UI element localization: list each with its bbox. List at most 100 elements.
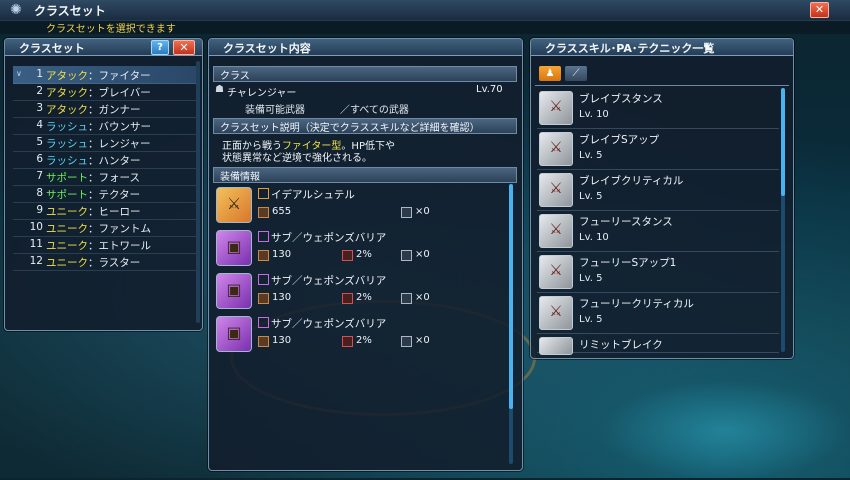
panel-close-button[interactable]: ✕ (173, 40, 195, 55)
class-list-scrollbar[interactable] (196, 61, 200, 323)
detail-panel-header: クラスセット内容 (209, 39, 522, 56)
skill-level: Lv. 10 (579, 109, 609, 120)
equipment-slot[interactable]: ▣ サブ／ウェポンズバリア 130 2% ×0 (216, 227, 506, 267)
class-set-number: 9 (36, 204, 43, 216)
class-name: レンジャー (98, 138, 151, 150)
equipment-section-label: 装備情報 (220, 172, 260, 183)
class-separator: ： (88, 155, 99, 167)
equipment-name: サブ／ウェポンズバリア (271, 232, 387, 244)
class-name: ガンナー (98, 104, 141, 116)
class-set-row[interactable]: 9 ユニーク：ヒーロー (13, 202, 196, 220)
class-set-row[interactable]: 7 サポート：フォース (13, 168, 196, 186)
class-separator: ： (88, 189, 99, 201)
equipment-name: イデアルシュテル (271, 189, 355, 201)
skill-icon: ⚔ (539, 296, 573, 330)
class-set-row[interactable]: 8 サポート：テクター (13, 185, 196, 203)
class-set-row[interactable]: ∨ 1 アタック：ファイター (13, 66, 196, 84)
class-set-label: ラッシュ：ハンター (46, 153, 141, 168)
class-set-number: 1 (36, 68, 43, 80)
class-type: アタック (46, 87, 88, 99)
skill-row[interactable]: ⚔ ブレイブクリティカル Lv. 5 (537, 170, 779, 211)
attack-value: 130 (272, 335, 292, 346)
skill-panel-title: クラススキル･PA･テクニック一覧 (545, 42, 715, 55)
skill-row[interactable]: リミットブレイク (537, 334, 779, 355)
tab-divider (535, 85, 789, 86)
stat-icon (342, 336, 353, 347)
class-separator: ： (88, 104, 99, 116)
weapon-label: 装備可能武器 (245, 105, 305, 116)
class-set-number: 12 (29, 255, 43, 267)
class-set-row[interactable]: 12 ユニーク：ラスター (13, 253, 196, 271)
item-type-icon (258, 274, 269, 285)
class-set-row[interactable]: 10 ユニーク：ファントム (13, 219, 196, 237)
window-close-button[interactable]: ✕ (810, 2, 829, 18)
class-type: アタック (46, 70, 88, 82)
skill-row[interactable]: ⚔ ブレイブSアップ Lv. 5 (537, 129, 779, 170)
help-button[interactable]: ? (151, 40, 169, 55)
skill-scrollbar[interactable] (781, 88, 785, 352)
class-set-label: ラッシュ：バウンサー (46, 119, 151, 134)
barrier-icon: ▣ (216, 316, 252, 352)
stat-icon (342, 250, 353, 261)
window-titlebar: ✺ クラスセット ✕ (0, 0, 850, 21)
equipment-slot[interactable]: ⚔ イデアルシュテル 655 ×0 (216, 184, 506, 224)
augment-slot-count: ×0 (415, 292, 430, 303)
skill-row[interactable]: ⚔ フューリークリティカル Lv. 5 (537, 293, 779, 334)
class-type: ユニーク (46, 257, 88, 269)
augment-slot-icon (401, 250, 412, 261)
class-level: Lv.70 (476, 84, 503, 95)
class-separator: ： (88, 87, 99, 99)
class-name: ラスター (98, 257, 141, 269)
stat-icon (342, 293, 353, 304)
class-set-number: 2 (36, 85, 43, 97)
class-set-label: ユニーク：ヒーロー (46, 204, 141, 219)
class-name: テクター (98, 189, 141, 201)
class-set-row[interactable]: 5 ラッシュ：レンジャー (13, 134, 196, 152)
augment-slot-icon (401, 207, 412, 218)
equipment-section-header: 装備情報 (213, 167, 517, 183)
skill-name: フューリースタンス (579, 216, 673, 228)
class-separator: ： (88, 172, 99, 184)
class-set-label: ラッシュ：レンジャー (46, 136, 150, 151)
skill-level: Lv. 5 (579, 314, 603, 325)
description-section-label: クラスセット説明（決定でクラススキルなど詳細を確認） (220, 123, 480, 134)
skill-row[interactable]: ⚔ フューリースタンス Lv. 10 (537, 211, 779, 252)
class-set-row[interactable]: 4 ラッシュ：バウンサー (13, 117, 196, 135)
equipment-slot[interactable]: ▣ サブ／ウェポンズバリア 130 2% ×0 (216, 270, 506, 310)
class-name: バウンサー (98, 121, 152, 133)
class-set-row[interactable]: 2 アタック：ブレイバー (13, 83, 196, 101)
skill-row[interactable]: ⚔ フューリーSアップ1 Lv. 5 (537, 252, 779, 293)
class-type: ユニーク (46, 206, 88, 218)
class-type: ラッシュ (46, 121, 88, 133)
class-separator: ： (88, 223, 99, 235)
class-type: ユニーク (46, 223, 88, 235)
attack-icon (258, 250, 269, 261)
skill-row[interactable]: ⚔ ブレイブスタンス Lv. 10 (537, 88, 779, 129)
class-name: ブレイバー (98, 87, 151, 99)
skill-tab-class-icon[interactable]: ♟ (539, 66, 561, 81)
class-separator: ： (88, 138, 99, 150)
item-type-icon (258, 317, 269, 328)
skill-icon: ⚔ (539, 132, 573, 166)
skill-level: Lv. 5 (579, 150, 603, 161)
equipment-scrollbar[interactable] (509, 184, 513, 464)
class-name: ファイター (98, 70, 151, 82)
class-type: ユニーク (46, 240, 88, 252)
class-name: ファントム (98, 223, 152, 235)
skill-scroll-thumb[interactable] (781, 88, 785, 196)
item-type-icon (258, 231, 269, 242)
skill-level: Lv. 5 (579, 273, 603, 284)
class-type: ラッシュ (46, 155, 88, 167)
window-title: クラスセット (34, 4, 106, 18)
class-section-header: クラス (213, 66, 517, 82)
skill-tab-weapon-icon[interactable]: ⟋ (565, 66, 587, 81)
skill-name: フューリーSアップ1 (579, 257, 677, 269)
augment-slot-count: ×0 (415, 206, 430, 217)
class-set-row[interactable]: 11 ユニーク：エトワール (13, 236, 196, 254)
class-set-row[interactable]: 6 ラッシュ：ハンター (13, 151, 196, 169)
equipment-slot[interactable]: ▣ サブ／ウェポンズバリア 130 2% ×0 (216, 313, 506, 353)
equipment-scroll-thumb[interactable] (509, 184, 513, 409)
class-set-label: ユニーク：エトワール (46, 238, 151, 253)
class-set-number: 8 (36, 187, 43, 199)
class-set-row[interactable]: 3 アタック：ガンナー (13, 100, 196, 118)
